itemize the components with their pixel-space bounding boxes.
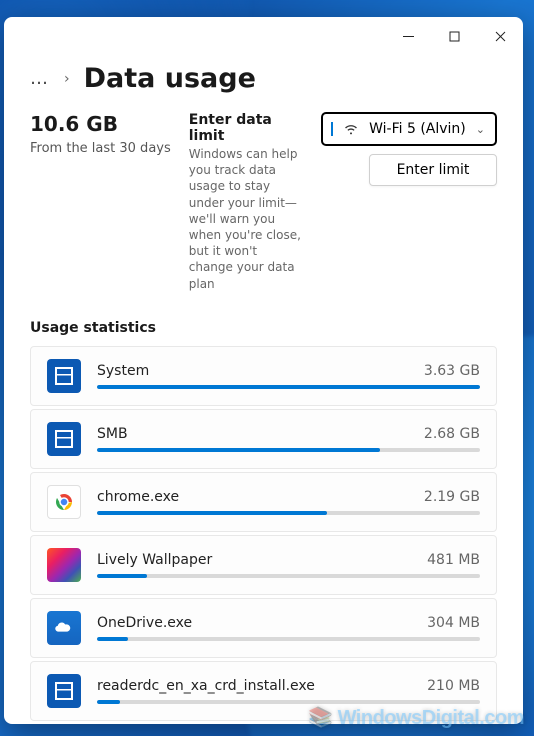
app-name: SMB [97,426,128,442]
usage-bar-fill [97,637,128,641]
total-usage-period: From the last 30 days [30,140,171,158]
titlebar [4,17,523,55]
app-usage: 304 MB [427,615,480,631]
breadcrumb-ellipsis[interactable]: … [30,68,50,89]
enter-limit-button[interactable]: Enter limit [369,154,497,186]
usage-item-onedrive[interactable]: OneDrive.exe 304 MB [30,598,497,658]
data-limit-description: Windows can help you track data usage to… [189,146,303,292]
app-name: Lively Wallpaper [97,552,212,568]
usage-bar [97,637,480,641]
network-controls: Wi-Fi 5 (Alvin) ⌄ Enter limit [321,112,497,186]
chevron-right-icon: › [64,71,70,87]
usage-bar [97,700,480,704]
settings-window: … › Data usage 10.6 GB From the last 30 … [4,17,523,724]
wifi-icon [343,121,359,137]
app-name: System [97,363,149,379]
app-usage: 210 MB [427,678,480,694]
page-title: Data usage [84,63,256,94]
summary-row: 10.6 GB From the last 30 days Enter data… [30,112,497,292]
chrome-icon [47,485,81,519]
app-icon [47,422,81,456]
watermark: 📚 WindowsDigital.com [308,705,524,730]
usage-bar-fill [97,448,380,452]
close-button[interactable] [477,20,523,52]
lively-icon [47,548,81,582]
usage-bar-fill [97,700,120,704]
app-name: OneDrive.exe [97,615,192,631]
content-area: … › Data usage 10.6 GB From the last 30 … [4,55,523,724]
app-icon [47,674,81,708]
maximize-button[interactable] [431,20,477,52]
total-usage-value: 10.6 GB [30,112,171,136]
network-select[interactable]: Wi-Fi 5 (Alvin) ⌄ [321,112,497,146]
usage-item-lively[interactable]: Lively Wallpaper 481 MB [30,535,497,595]
minimize-button[interactable] [385,20,431,52]
usage-item-chrome[interactable]: chrome.exe 2.19 GB [30,472,497,532]
usage-bar [97,448,480,452]
total-usage: 10.6 GB From the last 30 days [30,112,171,158]
accent-bar [331,122,333,136]
usage-item-smb[interactable]: SMB 2.68 GB [30,409,497,469]
usage-statistics-heading: Usage statistics [30,320,497,336]
app-usage: 481 MB [427,552,480,568]
usage-bar-fill [97,511,327,515]
chevron-down-icon: ⌄ [476,123,485,136]
network-select-label: Wi-Fi 5 (Alvin) [369,121,466,137]
app-name: readerdc_en_xa_crd_install.exe [97,678,315,694]
app-usage: 2.68 GB [424,426,480,442]
app-icon [47,359,81,393]
usage-item-system[interactable]: System 3.63 GB [30,346,497,406]
app-usage: 3.63 GB [424,363,480,379]
usage-bar-fill [97,574,147,578]
usage-bar-fill [97,385,480,389]
data-limit-title: Enter data limit [189,112,303,144]
usage-bar [97,511,480,515]
onedrive-icon [47,611,81,645]
app-usage: 2.19 GB [424,489,480,505]
usage-list: System 3.63 GB SMB 2.68 GB [30,346,497,721]
usage-bar [97,574,480,578]
data-limit-info: Enter data limit Windows can help you tr… [189,112,303,292]
usage-bar [97,385,480,389]
app-name: chrome.exe [97,489,179,505]
breadcrumb: … › Data usage [30,63,497,94]
